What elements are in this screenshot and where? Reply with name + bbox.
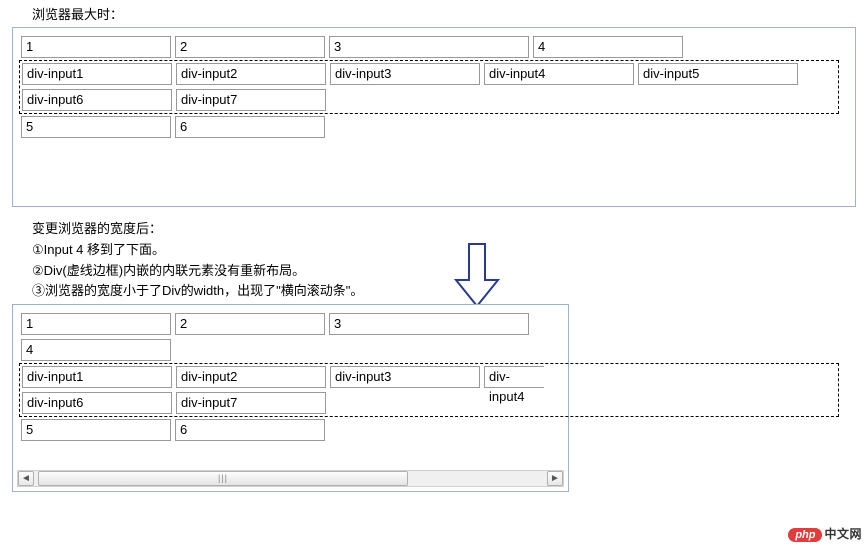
desc-after: 变更浏览器的宽度后： — [32, 219, 868, 240]
div-input-5[interactable]: div-input5 — [638, 63, 798, 85]
input-6-n[interactable]: 6 — [175, 419, 325, 441]
watermark-text: 中文网 — [824, 527, 862, 541]
div-input-4[interactable]: div-input4 — [484, 63, 634, 85]
description-block: 变更浏览器的宽度后： ①Input 4 移到了下面。 ②Div(虚线边框)内嵌的… — [32, 219, 868, 302]
input-5-n[interactable]: 5 — [21, 419, 171, 441]
desc-line-2: ②Div(虚线边框)内嵌的内联元素没有重新布局。 — [32, 261, 868, 282]
label-browser-max: 浏览器最大时： — [32, 4, 868, 23]
input-4[interactable]: 4 — [533, 36, 683, 58]
horizontal-scrollbar[interactable]: ◄ ||| ► — [17, 470, 564, 487]
div-input-1[interactable]: div-input1 — [22, 63, 172, 85]
div-input-7-n[interactable]: div-input7 — [176, 392, 326, 414]
input-6[interactable]: 6 — [175, 116, 325, 138]
desc-line-3: ③浏览器的宽度小于了Div的width，出现了"横向滚动条"。 — [32, 281, 868, 302]
div-input-6[interactable]: div-input6 — [22, 89, 172, 111]
div-input-3[interactable]: div-input3 — [330, 63, 480, 85]
div-input-2-n[interactable]: div-input2 — [176, 366, 326, 388]
down-arrow-icon — [452, 240, 502, 312]
scroll-left-button[interactable]: ◄ — [18, 471, 34, 486]
div-input-7[interactable]: div-input7 — [176, 89, 326, 111]
layout-flow-wide: 1 2 3 4 div-input1 div-input2 div-input3… — [19, 34, 837, 140]
watermark-php-badge: php — [788, 528, 822, 542]
desc-line-1: ①Input 4 移到了下面。 — [32, 240, 868, 261]
div-input-4-n[interactable]: div-input4 — [484, 366, 544, 388]
input-1[interactable]: 1 — [21, 36, 171, 58]
input-3[interactable]: 3 — [329, 36, 529, 58]
input-1-n[interactable]: 1 — [21, 313, 171, 335]
dashed-div-narrow: div-input1 div-input2 div-input3 div-inp… — [19, 363, 839, 417]
scroll-right-button[interactable]: ► — [547, 471, 563, 486]
div-input-2[interactable]: div-input2 — [176, 63, 326, 85]
div-input-6-n[interactable]: div-input6 — [22, 392, 172, 414]
dashed-div-wide: div-input1 div-input2 div-input3 div-inp… — [19, 60, 839, 114]
input-4-n[interactable]: 4 — [21, 339, 171, 361]
watermark: php中文网 — [788, 525, 862, 542]
scrollbar-thumb[interactable]: ||| — [38, 471, 408, 486]
div-input-3-n[interactable]: div-input3 — [330, 366, 480, 388]
input-3-n[interactable]: 3 — [329, 313, 529, 335]
browser-panel-wide: 1 2 3 4 div-input1 div-input2 div-input3… — [12, 27, 856, 207]
input-2-n[interactable]: 2 — [175, 313, 325, 335]
browser-panel-narrow: 1 2 3 4 div-input1 div-input2 div-input3… — [12, 304, 569, 492]
div-input-1-n[interactable]: div-input1 — [22, 366, 172, 388]
input-5[interactable]: 5 — [21, 116, 171, 138]
layout-flow-narrow: 1 2 3 4 div-input1 div-input2 div-input3… — [19, 311, 543, 443]
input-2[interactable]: 2 — [175, 36, 325, 58]
